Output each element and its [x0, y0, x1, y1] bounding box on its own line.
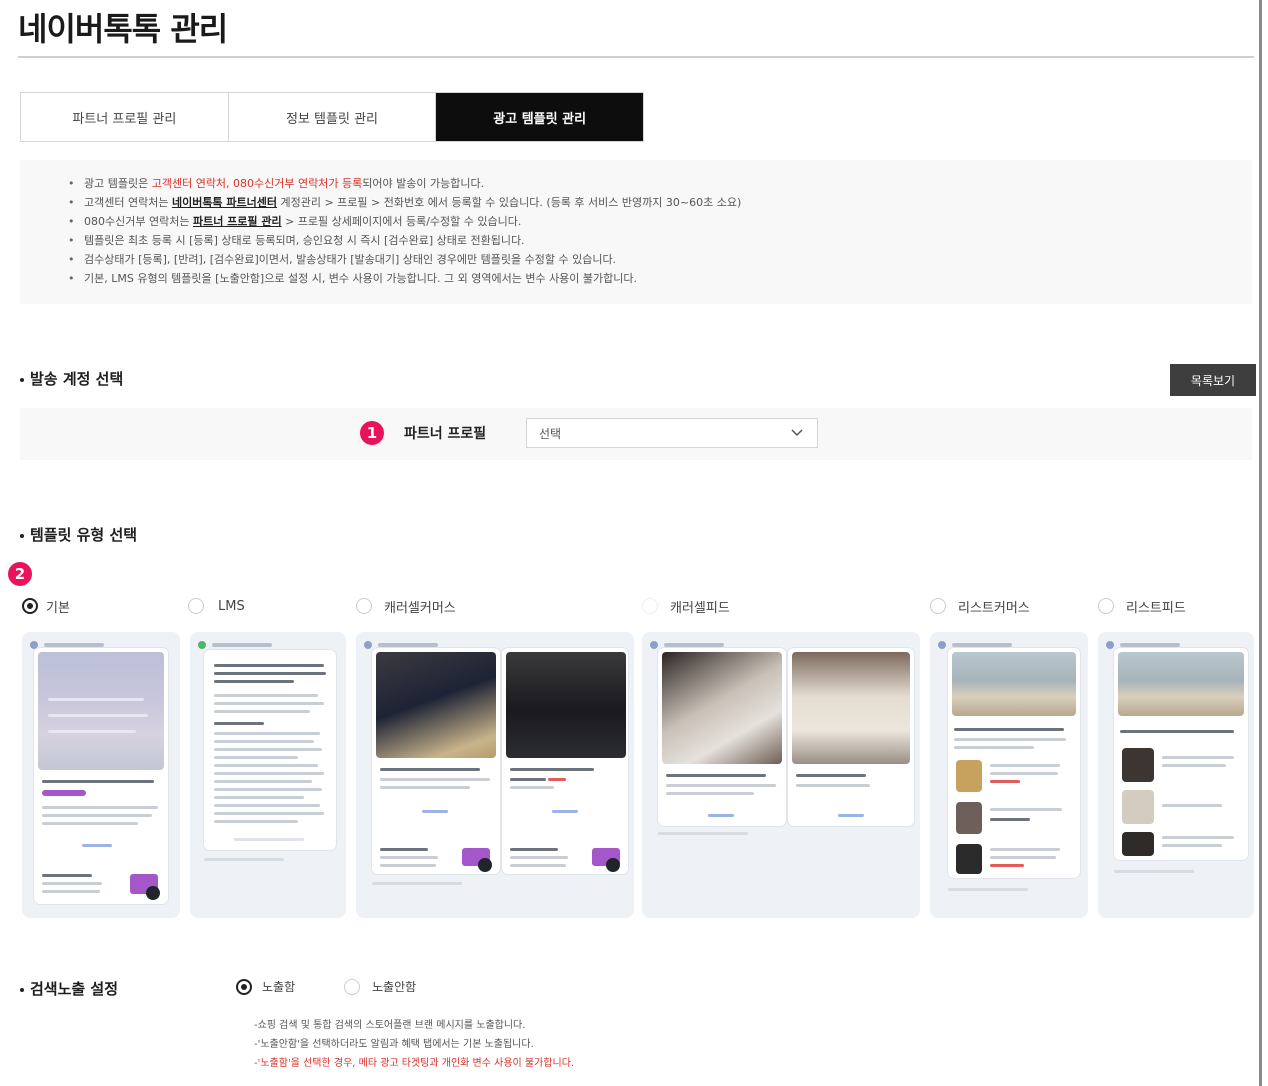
tab-info-template[interactable]: 정보 템플릿 관리: [228, 93, 437, 141]
radio-icon: [22, 598, 38, 614]
search-exposure-heading: 검색노출 설정: [20, 978, 118, 999]
profile-icon: [938, 641, 946, 649]
preview-carousel-feed[interactable]: [642, 632, 920, 918]
preview-image: [662, 652, 782, 764]
preview-carousel-commerce[interactable]: [356, 632, 634, 918]
preview-image: [1118, 652, 1244, 716]
template-option-carousel-commerce[interactable]: 캐러셀커머스: [356, 596, 456, 616]
preview-card: [658, 648, 786, 826]
preview-image: [952, 652, 1076, 716]
preview-card: [788, 648, 914, 826]
tab-partner-profile[interactable]: 파트너 프로필 관리: [21, 93, 229, 141]
profile-icon: [198, 641, 206, 649]
radio-icon: [1098, 598, 1114, 614]
radio-icon: [930, 598, 946, 614]
partner-profile-select[interactable]: 선택: [526, 418, 818, 448]
template-type-heading: 템플릿 유형 선택: [20, 524, 137, 545]
partner-center-link[interactable]: 네이버톡톡 파트너센터: [172, 196, 277, 209]
radio-icon: [356, 598, 372, 614]
profile-icon: [364, 641, 372, 649]
template-option-lms[interactable]: LMS: [188, 596, 245, 616]
preview-card: [1114, 648, 1248, 860]
preview-card: [372, 648, 500, 874]
radio-icon: [236, 978, 252, 995]
number-badge-icon: 2: [8, 562, 32, 586]
preview-card: [502, 648, 628, 874]
exposure-option-off[interactable]: 노출안함: [344, 978, 416, 995]
note-line-warning: -'노출함'을 선택한 경우, 메타 광고 타겟팅과 개인화 변수 사용이 불가…: [254, 1058, 575, 1069]
notice-line: 템플릿은 최초 등록 시 [등록] 상태로 등록되며, 승인요청 시 즉시 [검…: [68, 231, 1252, 250]
preview-card: [204, 650, 336, 850]
search-exposure-notes: -쇼핑 검색 및 통합 검색의 스토어플랜 브랜 메시지를 노출합니다. -'노…: [254, 1016, 574, 1073]
page-title: 네이버톡톡 관리: [18, 10, 228, 48]
notice-line: 검수상태가 [등록], [반려], [검수완료]이면서, 발송상태가 [발송대기…: [68, 250, 1252, 269]
bullet-icon: [20, 533, 24, 538]
preview-list-feed[interactable]: [1098, 632, 1254, 918]
notice-line: 고객센터 연락처는 네이버톡톡 파트너센터 계정관리 > 프로필 > 전화번호 …: [68, 193, 1252, 212]
notice-line: 080수신거부 연락처는 파트너 프로필 관리 > 프로필 상세페이지에서 등록…: [68, 212, 1252, 231]
send-account-heading: 발송 계정 선택: [20, 368, 123, 389]
bullet-icon: [20, 987, 24, 992]
preview-basic[interactable]: [22, 632, 180, 918]
template-option-list-feed[interactable]: 리스트피드: [1098, 596, 1186, 616]
preview-lms[interactable]: [190, 632, 346, 918]
preview-image: [792, 652, 910, 764]
window-right-border: [1259, 0, 1262, 1086]
preview-image: [506, 652, 626, 758]
preview-card: [948, 648, 1080, 878]
tab-bar: 파트너 프로필 관리 정보 템플릿 관리 광고 템플릿 관리: [20, 92, 644, 142]
chevron-down-icon: [791, 429, 803, 437]
preview-card: [34, 648, 168, 904]
select-value: 선택: [539, 426, 562, 441]
notice-line: 기본, LMS 유형의 템플릿을 [노출안함]으로 설정 시, 변수 사용이 가…: [68, 269, 1252, 288]
preview-list-commerce[interactable]: [930, 632, 1088, 918]
note-line: -쇼핑 검색 및 통합 검색의 스토어플랜 브랜 메시지를 노출합니다.: [254, 1020, 526, 1031]
profile-icon: [1106, 641, 1114, 649]
number-badge-icon: 1: [360, 421, 384, 445]
notice-line: 광고 템플릿은 고객센터 연락처, 080수신거부 연락처가 등록되어야 발송이…: [68, 174, 1252, 193]
radio-icon: [642, 598, 658, 614]
preview-image: [376, 652, 496, 758]
template-option-list-commerce[interactable]: 리스트커머스: [930, 596, 1030, 616]
profile-icon: [650, 641, 658, 649]
bullet-icon: [20, 377, 24, 382]
list-view-button[interactable]: 목록보기: [1170, 364, 1256, 396]
title-divider: [18, 56, 1254, 58]
preview-header: [198, 640, 338, 650]
note-line: -'노출안함'을 선택하더라도 알림과 혜택 탭에서는 기본 노출됩니다.: [254, 1039, 534, 1050]
partner-profile-label: 파트너 프로필: [404, 426, 487, 442]
notice-box: 광고 템플릿은 고객센터 연락처, 080수신거부 연락처가 등록되어야 발송이…: [20, 160, 1252, 304]
partner-profile-link[interactable]: 파트너 프로필 관리: [193, 215, 282, 228]
tab-ad-template[interactable]: 광고 템플릿 관리: [436, 93, 644, 141]
preview-image: [38, 652, 164, 770]
radio-icon: [344, 978, 360, 995]
template-option-basic[interactable]: 기본: [22, 596, 70, 616]
template-option-carousel-feed[interactable]: 캐러셀피드: [642, 596, 730, 616]
radio-icon: [188, 598, 204, 614]
exposure-option-on[interactable]: 노출함: [236, 978, 295, 995]
